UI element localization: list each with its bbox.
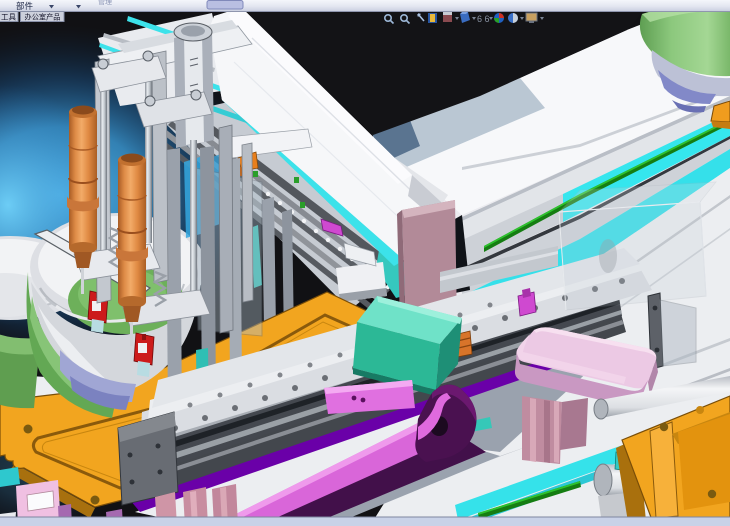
svg-text:6 6: 6 6 (477, 14, 490, 24)
svg-text:办公室产品: 办公室产品 (25, 13, 61, 22)
svg-text:部件: 部件 (16, 1, 34, 11)
svg-text:管理: 管理 (98, 0, 112, 6)
svg-text:工具: 工具 (1, 13, 16, 22)
